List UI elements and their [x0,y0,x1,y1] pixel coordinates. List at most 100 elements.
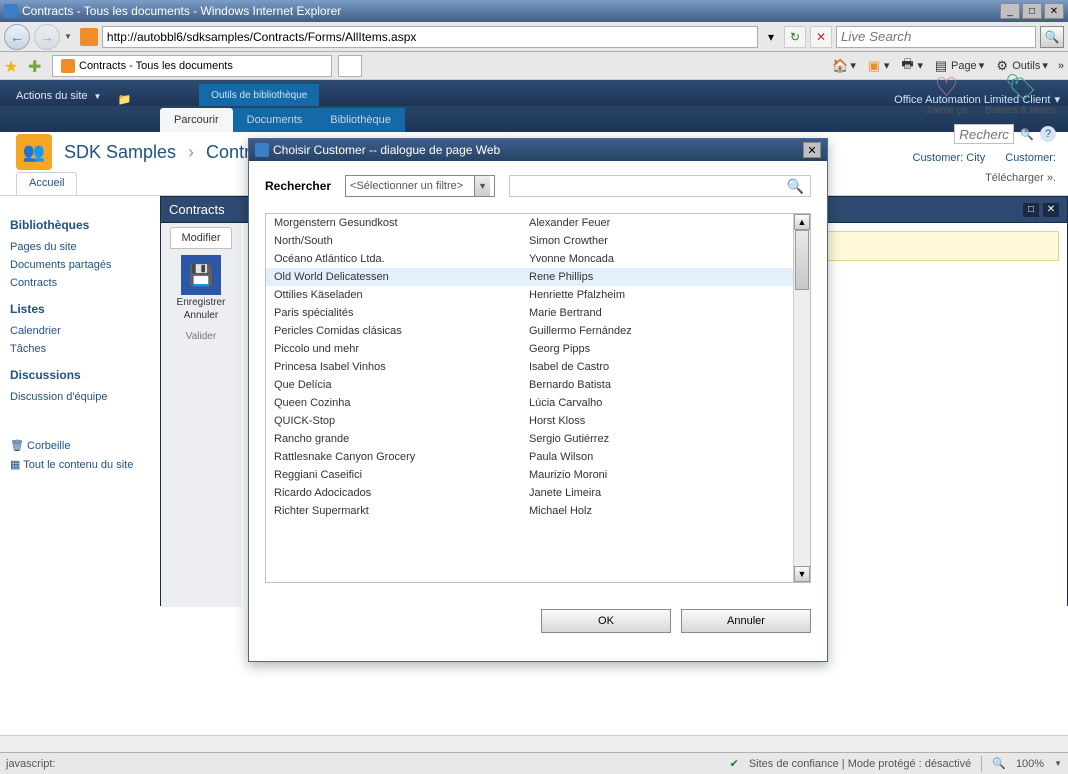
search-icon[interactable]: 🔍 [787,178,804,195]
modal-close-button[interactable]: ✕ [803,142,821,158]
validate-label: Valider [186,331,216,342]
tab-modifier[interactable]: Modifier [170,227,231,249]
status-trust: Sites de confiance | Mode protégé : désa… [749,758,971,770]
like-button[interactable]: ♡ J'aime ça [925,72,967,116]
list-item[interactable]: Richter SupermarktMichael Holz [266,502,793,520]
leftnav-heading-lists: Listes [10,302,150,316]
favorites-icon[interactable]: ★ [4,57,22,75]
browser-search-button[interactable]: 🔍 [1040,26,1064,48]
dialog-title: Contracts [169,202,225,217]
contact-cell: Rene Phillips [529,271,785,283]
download-link[interactable]: Télécharger ». [985,172,1056,184]
minimize-button[interactable]: _ [1000,3,1020,19]
recycle-icon: 🗑 [10,440,24,452]
list-item[interactable]: Princesa Isabel VinhosIsabel de Castro [266,358,793,376]
browser-search-input[interactable] [836,26,1036,48]
site-icon [80,28,98,46]
ok-button[interactable]: OK [541,609,671,633]
site-logo-icon[interactable]: 👥 [16,134,52,170]
list-item[interactable]: Ricardo AdocicadosJanete Limeira [266,484,793,502]
breadcrumb-site[interactable]: SDK Samples [64,142,176,163]
list-item[interactable]: Old World DelicatessenRene Phillips [266,268,793,286]
nav-dropdown-icon[interactable]: ▼ [64,32,72,41]
list-item[interactable]: Morgenstern GesundkostAlexander Feuer [266,214,793,232]
list-item[interactable]: Pericles Comidas clásicasGuillermo Ferná… [266,322,793,340]
leftnav-contracts[interactable]: Contracts [10,274,150,292]
cancel-button[interactable]: Annuler [681,609,811,633]
list-item[interactable]: QUICK-StopHorst Kloss [266,412,793,430]
leftnav-shared-docs[interactable]: Documents partagés [10,256,150,274]
feeds-button[interactable]: ▣▾ [866,58,890,74]
addr-dropdown-icon[interactable]: ▾ [762,26,780,48]
tab-documents[interactable]: Documents [233,108,317,132]
column-customer-city[interactable]: Customer: City [913,152,986,164]
forward-button[interactable]: → [34,24,60,50]
zoom-level: 100% [1016,758,1044,770]
list-item[interactable]: Rattlesnake Canyon GroceryPaula Wilson [266,448,793,466]
modal-title: Choisir Customer -- dialogue de page Web [273,143,500,157]
browser-tab[interactable]: Contracts - Tous les documents [52,55,332,77]
ie-icon [4,4,18,18]
list-item[interactable]: North/SouthSimon Crowther [266,232,793,250]
help-icon[interactable]: ? [1040,126,1056,142]
add-favorite-icon[interactable]: ✚ [28,57,46,75]
save-button[interactable]: 💾 [181,255,221,295]
leftnav-heading-discussions: Discussions [10,368,150,382]
company-cell: Piccolo und mehr [274,343,529,355]
zoom-label-icon[interactable]: 🔍 [992,757,1006,770]
zoom-dropdown-icon[interactable]: ▼ [1054,759,1062,768]
back-button[interactable]: ← [4,24,30,50]
list-item[interactable]: Queen CozinhaLúcia Carvalho [266,394,793,412]
all-content-icon: ▦ [10,459,20,471]
leftnav-recycle-bin[interactable]: 🗑 Corbeille [10,436,150,455]
tab-bibliotheque[interactable]: Bibliothèque [316,108,405,132]
list-item[interactable]: Piccolo und mehrGeorg Pipps [266,340,793,358]
chevron-expand[interactable]: » [1058,60,1064,72]
tags-icon: 🏷 [1004,72,1037,103]
list-item[interactable]: Reggiani CaseificiMaurizio Moroni [266,466,793,484]
scrollbar[interactable]: ▲ ▼ [793,214,810,582]
list-item[interactable]: Rancho grandeSergio Gutiérrez [266,430,793,448]
contact-cell: Bernardo Batista [529,379,785,391]
leftnav-heading-libraries: Bibliothèques [10,218,150,232]
dialog-close-button[interactable]: ✕ [1043,203,1059,217]
leftnav-team-discussion[interactable]: Discussion d'équipe [10,388,150,406]
leftnav-pages[interactable]: Pages du site [10,238,150,256]
contact-cell: Simon Crowther [529,235,785,247]
contact-cell: Isabel de Castro [529,361,785,373]
close-button[interactable]: ✕ [1044,3,1064,19]
status-security-icon: ✔ [730,757,739,770]
sharepoint-search-input[interactable] [954,124,1014,144]
modal-search-input[interactable]: 🔍 [509,175,811,197]
maximize-button[interactable]: □ [1022,3,1042,19]
new-tab-button[interactable] [338,55,362,77]
list-item[interactable]: Paris spécialitésMarie Bertrand [266,304,793,322]
tab-parcourir[interactable]: Parcourir [160,108,233,132]
scroll-up-button[interactable]: ▲ [794,214,810,230]
refresh-button[interactable]: ↻ [784,26,806,48]
horizontal-scrollbar[interactable] [0,735,1068,752]
address-bar[interactable] [102,26,758,48]
leftnav-tasks[interactable]: Tâches [10,340,150,358]
dialog-maximize-button[interactable]: □ [1023,203,1039,217]
home-button[interactable]: 🏠▾ [832,58,856,74]
list-item[interactable]: Océano Atlántico Ltda.Yvonne Moncada [266,250,793,268]
company-cell: Océano Atlántico Ltda. [274,253,529,265]
leftnav-calendar[interactable]: Calendrier [10,322,150,340]
column-customer[interactable]: Customer: [1005,152,1056,164]
dialog-ribbon: Modifier 💾 Enregistrer Annuler Valider [161,223,241,607]
scroll-thumb[interactable] [795,230,809,290]
search-icon[interactable]: 🔍 [1020,128,1034,141]
scroll-down-button[interactable]: ▼ [794,566,810,582]
company-cell: Morgenstern Gesundkost [274,217,529,229]
site-actions-menu[interactable]: Actions du site [8,86,109,106]
list-item[interactable]: Que DelíciaBernardo Batista [266,376,793,394]
tags-button[interactable]: 🏷 Balises & Notes [985,72,1056,116]
filter-select[interactable]: <Sélectionner un filtre> ▼ [345,175,495,197]
navigate-up-icon[interactable]: 📁 [117,93,131,106]
list-item[interactable]: Ottilies KäseladenHenriette Pfalzheim [266,286,793,304]
tab-accueil[interactable]: Accueil [16,172,77,195]
company-cell: Reggiani Caseifici [274,469,529,481]
stop-button[interactable]: ✕ [810,26,832,48]
leftnav-all-site-content[interactable]: ▦ Tout le contenu du site [10,455,150,474]
